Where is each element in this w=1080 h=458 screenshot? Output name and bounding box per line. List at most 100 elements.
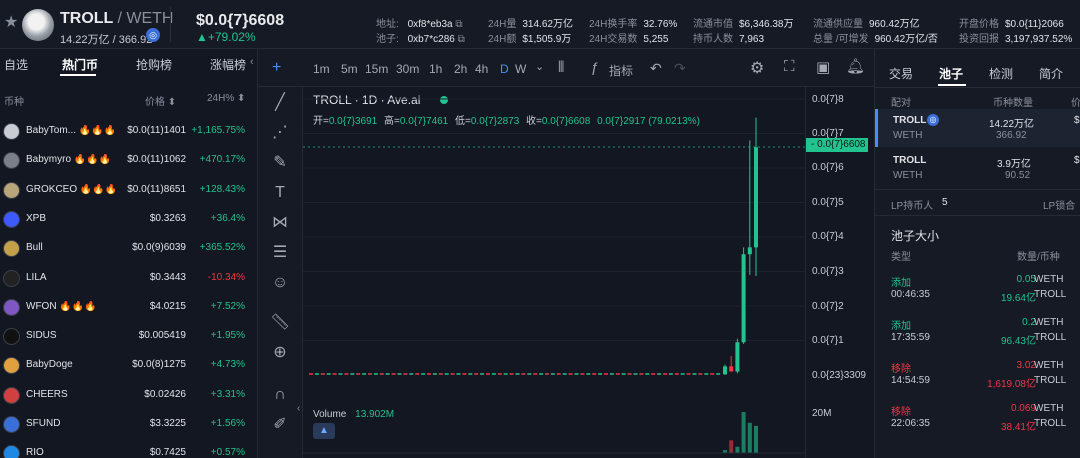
trades24-stat: 24H交易数 5,255 xyxy=(589,34,669,45)
pool-size-title: 池子大小 xyxy=(891,229,940,243)
timeframe-1h[interactable]: 1h xyxy=(429,62,442,76)
col-price[interactable]: 价格 ⬍ xyxy=(145,93,176,108)
token-row[interactable]: WFON 🔥🔥🔥 $4.0215 +7.52% xyxy=(0,293,258,322)
token-row[interactable]: GROKCEO 🔥🔥🔥 $0.0(11)8651 +128.43% xyxy=(0,176,258,205)
token-row[interactable]: LILA $0.3443 -10.34% xyxy=(0,264,258,293)
volume-legend: Volume 13.902M xyxy=(313,409,395,420)
settings-gear-icon[interactable]: ⚙ xyxy=(750,58,764,78)
event-amount2: 19.64亿 xyxy=(1000,293,1036,304)
redo-icon[interactable]: ↷ xyxy=(674,60,686,77)
pool-price: $ xyxy=(1074,155,1080,166)
candle-type-icon[interactable]: ⫴ xyxy=(558,59,564,76)
price-axis-tick: 0.0{23}3309 xyxy=(812,370,866,381)
timeframe-1m[interactable]: 1m xyxy=(313,62,330,76)
token-row[interactable]: CHEERS $0.02426 +3.31% xyxy=(0,381,258,410)
timeframe-4h[interactable]: 4h xyxy=(475,62,488,76)
candle-body xyxy=(747,247,752,255)
open-price-stat: 开盘价格 $0.0{11}2066 xyxy=(959,19,1064,30)
measure-lines-icon[interactable]: ☰ xyxy=(270,243,290,263)
chevron-left-icon[interactable]: ‹ xyxy=(250,56,254,68)
function-icon[interactable]: ƒ xyxy=(591,59,599,75)
price-axis-tick: 0.0{7}4 xyxy=(812,231,844,242)
token-change: +4.73% xyxy=(210,359,245,371)
token-icon xyxy=(3,357,20,375)
token-name: SIDUS xyxy=(26,330,57,342)
tab-pools[interactable]: 池子 xyxy=(939,65,963,82)
alert-bell-icon[interactable]: 🔔︎ xyxy=(846,57,865,75)
indicators-button[interactable]: 指标 xyxy=(609,62,633,79)
token-row[interactable]: SIDUS $0.005419 +1.95% xyxy=(0,322,258,351)
token-row[interactable]: RIO $0.7425 +0.57% xyxy=(0,439,258,458)
token-change: +7.52% xyxy=(210,300,245,312)
volume-bar xyxy=(747,422,752,453)
price-axis-tick: 0.0{7}2 xyxy=(812,301,844,312)
zoom-in-icon[interactable]: ⊕ xyxy=(270,343,290,363)
token-row[interactable]: BabyTom... 🔥🔥🔥 $0.0(11)1401 +1,165.75% xyxy=(0,117,258,146)
candle-body xyxy=(723,366,727,375)
tab-audit[interactable]: 检测 xyxy=(989,65,1013,82)
event-symbol2: TROLL xyxy=(1034,418,1067,429)
token-row[interactable]: XPB $0.3263 +36.4% xyxy=(0,205,258,234)
token-icon xyxy=(3,269,20,287)
price-chart[interactable]: TROLL · 1D · Ave.ai 开=0.0{7}3691 高=0.0{7… xyxy=(303,87,805,458)
current-price: $0.0{7}6608 xyxy=(196,12,285,29)
copy-icon[interactable]: ⧉ xyxy=(455,19,462,30)
token-price: $3.3225 xyxy=(149,418,186,429)
token-row[interactable]: BabyDoge $0.0(8)1275 +4.73% xyxy=(0,351,258,380)
tab-hot[interactable]: 热门币 xyxy=(62,56,98,73)
tab-gainers[interactable]: 涨幅榜 xyxy=(210,56,246,73)
undo-icon[interactable]: ↶ xyxy=(650,60,662,77)
candle-body xyxy=(754,147,758,248)
text-tool-icon[interactable]: T xyxy=(270,183,290,203)
pool-base[interactable]: TROLL xyxy=(893,155,926,166)
lock-draw-icon[interactable]: ✐ xyxy=(270,415,290,435)
col-token: 币种 xyxy=(4,97,24,108)
chevron-down-icon[interactable]: ⌄ xyxy=(535,60,544,73)
chain-badge-icon: ◎ xyxy=(146,28,160,42)
trendline-icon[interactable]: ╱ xyxy=(270,93,290,113)
emoji-icon[interactable]: ☺ xyxy=(270,273,290,293)
tab-info[interactable]: 简介 xyxy=(1039,65,1063,82)
token-change: +470.17% xyxy=(199,154,245,166)
timeframe-5m[interactable]: 5m xyxy=(341,62,358,76)
event-time: 14:54:59 xyxy=(891,375,930,386)
magnet-icon[interactable]: ∩ xyxy=(270,385,290,405)
pool-info[interactable]: 池子: 0xb7*c286 ⧉ xyxy=(376,30,465,45)
collapse-toolbar-icon[interactable]: ‹ xyxy=(297,403,300,414)
event-symbol1: WETH xyxy=(1034,274,1064,285)
token-name: Bull xyxy=(26,242,43,254)
ruler-icon[interactable]: 📏︎ xyxy=(270,313,290,333)
timeframe-D[interactable]: D xyxy=(500,62,509,76)
timeframe-W[interactable]: W xyxy=(515,62,526,76)
tab-snipe[interactable]: 抢购榜 xyxy=(136,56,172,73)
token-row[interactable]: SFUND $3.3225 +1.56% xyxy=(0,410,258,439)
price-axis-tick: 0.0{7}8 xyxy=(812,94,844,105)
timeframe-15m[interactable]: 15m xyxy=(365,62,388,76)
fullscreen-icon[interactable]: ⛶ xyxy=(784,58,795,75)
token-row[interactable]: Babymyro 🔥🔥🔥 $0.0(11)1062 +470.17% xyxy=(0,146,258,175)
token-row[interactable]: Bull $0.0(9)6039 +365.52% xyxy=(0,234,258,263)
favorite-star-icon[interactable]: ★ xyxy=(4,15,20,31)
token-price: $0.005419 xyxy=(138,330,186,342)
pool-price: $ xyxy=(1074,115,1080,126)
token-icon xyxy=(3,181,20,199)
token-name: CHEERS xyxy=(26,388,68,400)
crosshair-icon[interactable]: + xyxy=(272,59,281,77)
price-axis[interactable]: 0.0{7}8 0.0{7}7 0.0{7}6 0.0{7}5 0.0{7}4 0.0{7… xyxy=(805,87,873,458)
camera-icon[interactable]: ▣ xyxy=(816,58,830,76)
pattern-tool-icon[interactable]: ⋈ xyxy=(270,213,290,233)
candlestick-svg[interactable] xyxy=(303,87,805,458)
address-info[interactable]: 地址: 0xf8*eb3a ⧉ xyxy=(376,15,463,30)
copy-icon[interactable]: ⧉ xyxy=(458,34,465,45)
pair-title: TROLL / WETH xyxy=(60,10,173,28)
amt24-stat: 24H额 $1,505.9万 xyxy=(488,34,572,45)
timeframe-30m[interactable]: 30m xyxy=(396,62,419,76)
event-symbol1: WETH xyxy=(1034,360,1064,371)
fib-tool-icon[interactable]: ⋰ xyxy=(270,123,290,143)
tab-watchlist[interactable]: 自选 xyxy=(4,56,28,73)
brush-icon[interactable]: ✎ xyxy=(270,153,290,173)
vol24-stat: 24H量 314.62万亿 xyxy=(488,19,573,30)
timeframe-2h[interactable]: 2h xyxy=(454,62,467,76)
col-change[interactable]: 24H% ⬍ xyxy=(207,93,245,104)
tab-trades[interactable]: 交易 xyxy=(889,65,913,82)
